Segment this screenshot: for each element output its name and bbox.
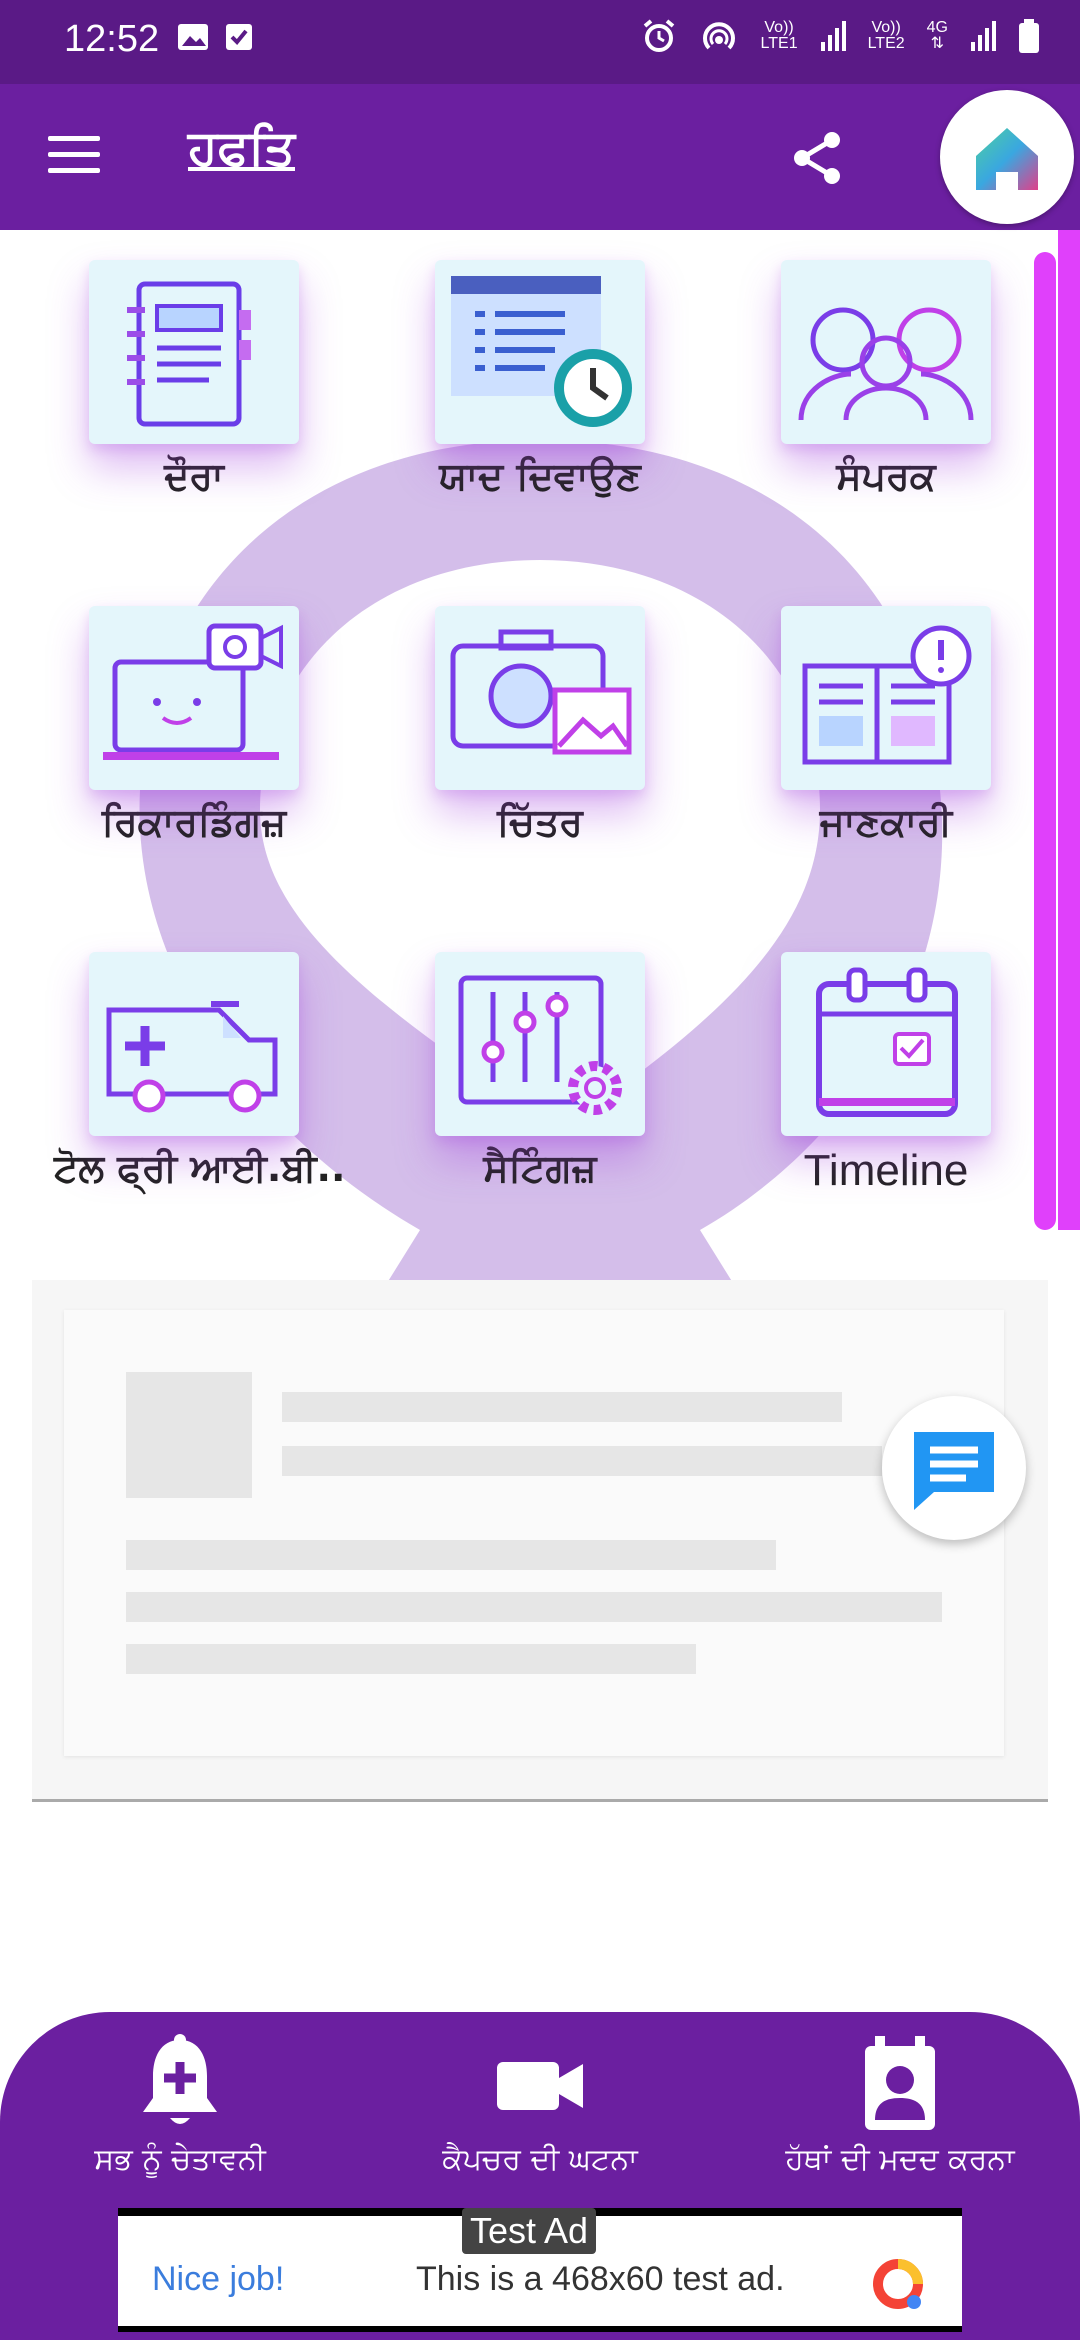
message-icon [914,1432,994,1510]
app-bar: ਹਫਤਿ [0,84,1080,230]
tile-pictures[interactable]: ਚਿੱਤਰ [400,606,680,845]
scrollbar[interactable] [1034,252,1056,1230]
skeleton-line [282,1392,842,1422]
contacts-people-icon [798,307,974,421]
page-title: ਹਫਤਿ [188,120,295,176]
signal-sim2-icon [971,21,996,51]
tile-card [435,952,645,1136]
alert-bell-icon [143,2034,217,2124]
book-info-icon [802,625,972,765]
ambulance-icon [106,1001,278,1113]
gallery-notification-icon [178,24,208,50]
nav-helping-hands[interactable]: ਹੱਥਾਂ ਦੀ ਮਦਦ ਕਰਨਾ [720,2032,1080,2177]
settings-sliders-icon [458,975,622,1115]
test-ad-banner[interactable]: Test Ad Nice job! This is a 468x60 test … [118,2208,962,2332]
skeleton-line [282,1446,882,1476]
tile-card [435,260,645,444]
tile-label: ਟੋਲ ਫ੍ਰੀ ਆਈ.ਬੀ.. [54,1146,346,1190]
ad-logo-icon [873,2259,923,2309]
tile-contacts[interactable]: ਸੰਪਰਕ [746,260,1026,499]
tile-timeline[interactable]: Timeline [746,952,1026,1196]
tile-information[interactable]: ਜਾਣਕਾਰੀ [746,606,1026,845]
tile-settings[interactable]: ਸੈਟਿੰਗਜ਼ [400,952,680,1191]
tile-card [89,952,299,1136]
network-label: 4G ⇅ [926,19,948,52]
ad-skeleton [64,1310,1004,1756]
battery-icon [1019,19,1039,53]
nav-alert-all[interactable]: ਸਭ ਨੂੰ ਚੇਤਾਵਨੀ [0,2032,360,2177]
tile-card [781,606,991,790]
sim2-label: Vo)) LTE2 [867,19,905,52]
alarm-icon [643,19,674,52]
hotspot-icon [702,22,735,50]
tile-recordings[interactable]: ਰਿਕਾਰਡਿੰਗਜ਼ [54,606,334,845]
tile-card [781,952,991,1136]
skeleton-line [126,1592,942,1622]
ad-message: This is a 468x60 test ad. [416,2260,785,2298]
nav-label: ਕੈਪਚਰ ਦੀ ਘਟਨਾ [442,2142,638,2177]
tile-label: ਜਾਣਕਾਰੀ [819,800,953,844]
nav-label: ਹੱਥਾਂ ਦੀ ਮਦਦ ਕਰਨਾ [785,2142,1015,2177]
calendar-icon [816,967,958,1117]
status-time: 12:52 [64,18,160,60]
check-notification-icon [226,24,252,50]
video-camera-icon [497,2062,583,2110]
tile-label: ਚਿੱਤਰ [497,800,583,844]
skeleton-line [126,1540,776,1570]
camera-photo-icon [450,629,632,755]
laptop-video-icon [103,623,283,760]
status-icons: Vo)) LTE1 Vo)) LTE2 4G ⇅ [641,18,1040,54]
nav-label: ਸਭ ਨੂੰ ਚੇਤਾਵਨੀ [94,2142,266,2177]
native-ad-placeholder [32,1280,1048,1802]
tile-card [435,606,645,790]
home-button[interactable] [940,90,1074,224]
tile-label: ਸੈਟਿੰਗਜ਼ [483,1146,597,1190]
skeleton-thumb [126,1372,252,1498]
tile-reminders[interactable]: ਯਾਦ ਦਿਵਾਉਣ [400,260,680,499]
ad-tag: Test Ad [462,2208,597,2254]
ad-headline: Nice job! [152,2260,285,2298]
tile-label: Timeline [803,1146,969,1195]
skeleton-line [126,1644,696,1674]
bottom-navigation: ਸਭ ਨੂੰ ਚੇਤਾਵਨੀ ਕੈਪਚਰ ਦੀ ਘਟਨਾ ਹੱਥਾਂ ਦੀ ਮਦ… [0,2012,1080,2212]
home-icon [976,128,1038,190]
share-icon[interactable] [788,128,848,188]
tile-card [781,260,991,444]
nav-capture-incident[interactable]: ਕੈਪਚਰ ਦੀ ਘਟਨਾ [360,2032,720,2177]
reminder-clock-icon [451,276,632,427]
tile-label: ਯਾਦ ਦਿਵਾਉਣ [439,454,641,498]
contact-card-icon [865,2036,935,2130]
tile-label: ਰਿਕਾਰਡਿੰਗਜ਼ [101,800,287,844]
signal-sim1-icon [820,21,846,51]
tile-card [89,260,299,444]
tile-daura[interactable]: ਦੌਰਾ [54,260,334,499]
scroll-track [1058,230,1080,1230]
menu-icon[interactable] [48,136,100,176]
notebook-icon [127,281,251,427]
status-bar: 12:52 Vo)) LTE1 Vo)) LTE2 4G ⇅ [0,0,1080,84]
chat-button[interactable] [882,1396,1026,1540]
sim1-label: Vo)) LTE1 [760,19,798,52]
tile-card [89,606,299,790]
tile-label: ਸੰਪਰਕ [836,454,936,498]
tile-toll-free[interactable]: ਟੋਲ ਫ੍ਰੀ ਆਈ.ਬੀ.. [54,952,346,1191]
tile-label: ਦੌਰਾ [164,454,224,498]
